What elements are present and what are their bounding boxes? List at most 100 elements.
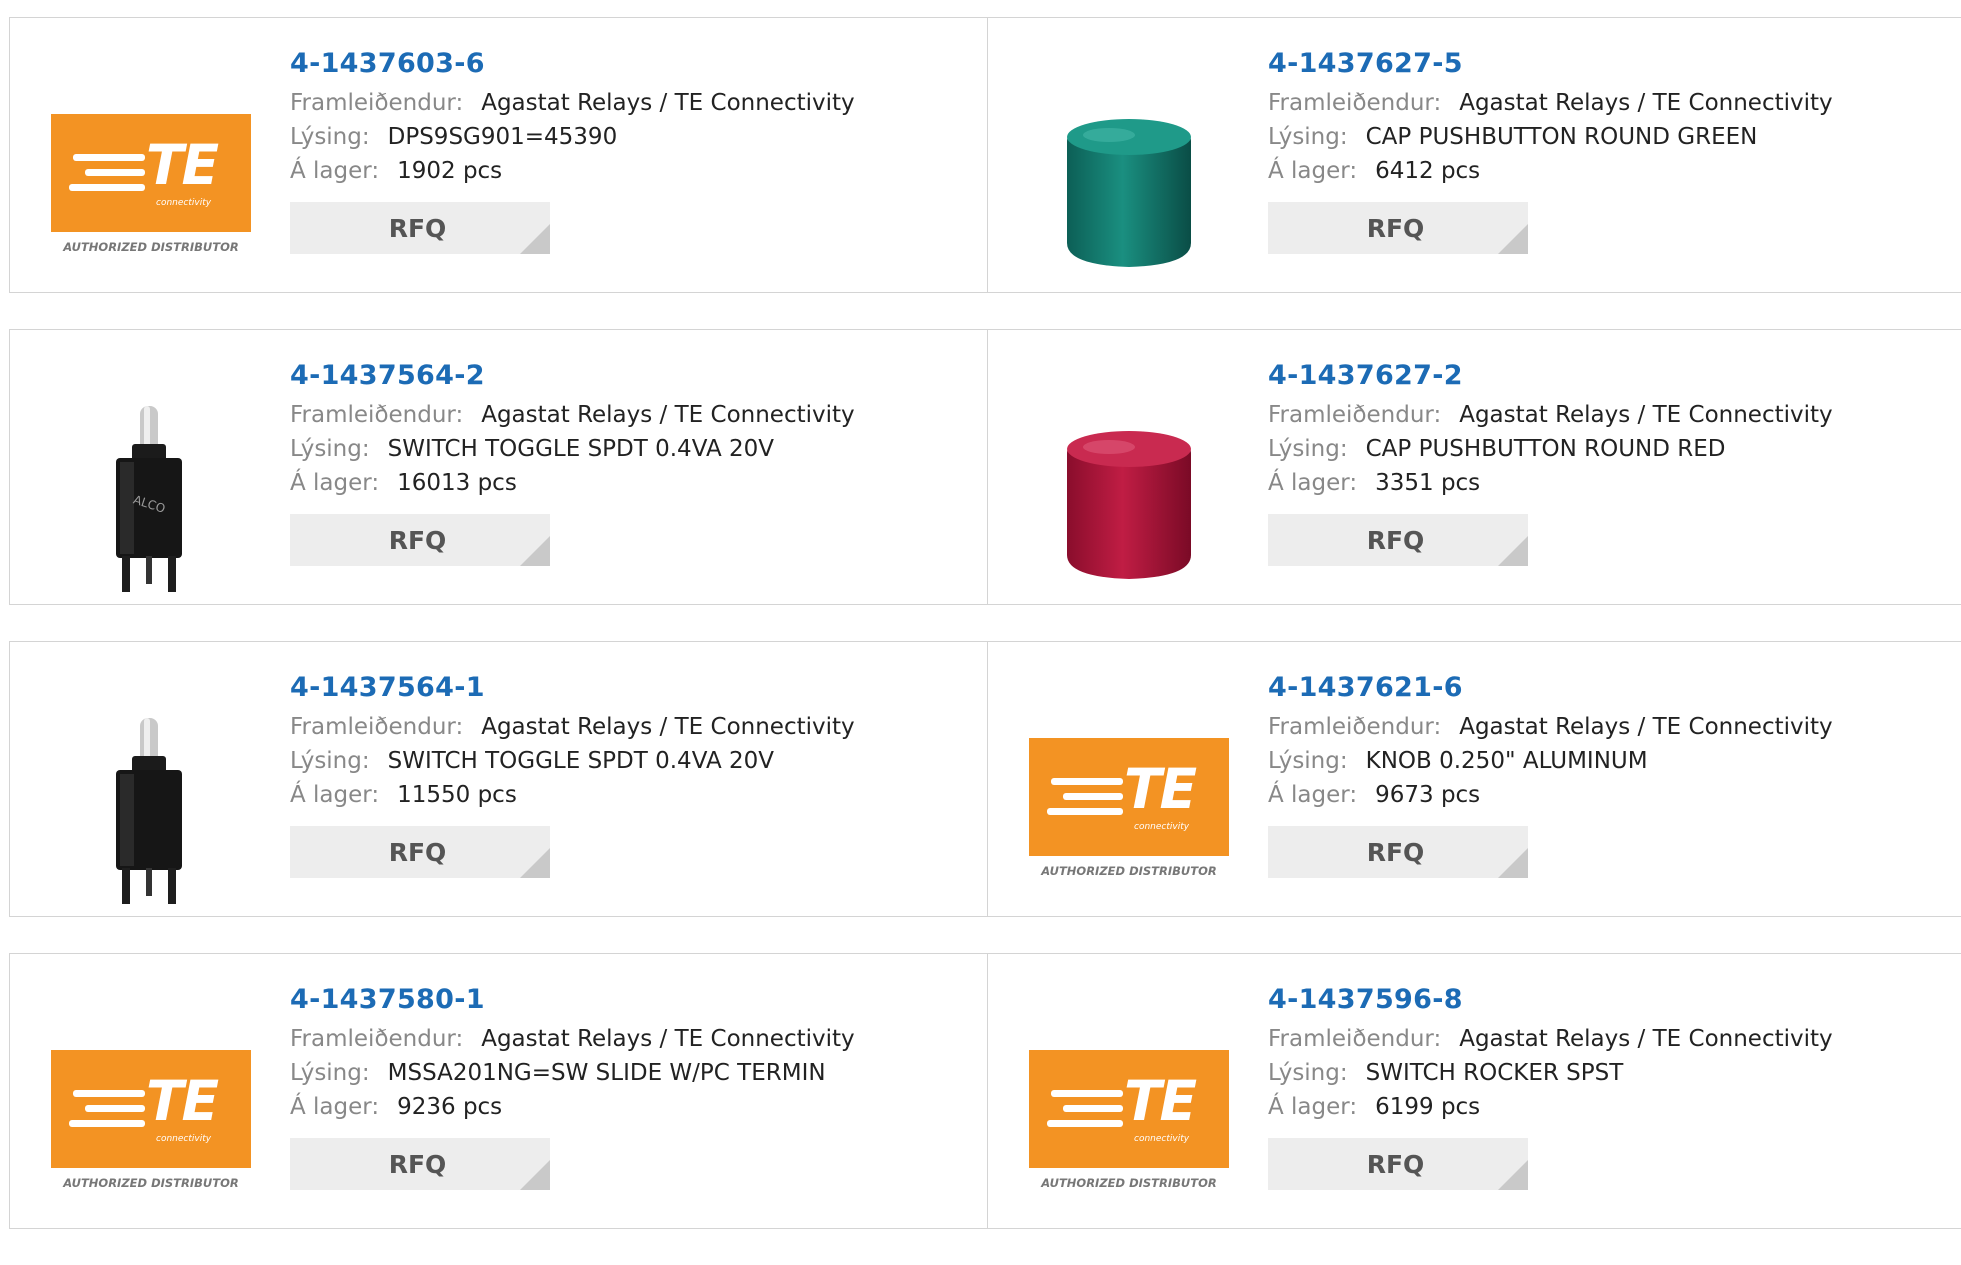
te-brand-text: TE <box>1124 757 1197 821</box>
stock-label: Á lager: <box>1268 158 1358 184</box>
manufacturer-value: Agastat Relays / TE Connectivity <box>481 1026 855 1052</box>
part-number-link[interactable]: 4-1437596-8 <box>1268 984 1833 1015</box>
rfq-button[interactable]: RFQ <box>290 202 550 254</box>
part-number-link[interactable]: 4-1437603-6 <box>290 48 855 79</box>
product-image[interactable]: TE connectivity AUTHORIZED DISTRIBUTOR <box>1029 712 1229 912</box>
manufacturer-value: Agastat Relays / TE Connectivity <box>481 402 855 428</box>
product-image[interactable]: TE connectivity AUTHORIZED DISTRIBUTOR <box>51 88 251 288</box>
stock-label: Á lager: <box>290 1094 380 1120</box>
te-connectivity-logo: TE connectivity AUTHORIZED DISTRIBUTOR <box>51 114 251 262</box>
manufacturer-row: Framleiðendur: Agastat Relays / TE Connec… <box>1268 91 1833 116</box>
corner-triangle-icon <box>520 224 550 254</box>
part-number-link[interactable]: 4-1437621-6 <box>1268 672 1833 703</box>
stock-value: 3351 pcs <box>1375 470 1481 496</box>
description-label: Lýsing: <box>290 748 370 774</box>
corner-triangle-icon <box>520 848 550 878</box>
te-tagline: connectivity <box>156 1134 212 1144</box>
description-row: Lýsing: SWITCH ROCKER SPST <box>1268 1061 1833 1086</box>
product-info: 4-1437596-8 Framleiðendur: Agastat Relays… <box>1268 984 1833 1190</box>
manufacturer-label: Framleiðendur: <box>290 1026 464 1052</box>
product-card: TE connectivity AUTHORIZED DISTRIBUTOR 4… <box>10 954 987 1228</box>
product-info: 4-1437580-1 Framleiðendur: Agastat Relays… <box>290 984 855 1190</box>
manufacturer-value: Agastat Relays / TE Connectivity <box>1459 714 1833 740</box>
description-label: Lýsing: <box>290 436 370 462</box>
authorized-distributor-text: AUTHORIZED DISTRIBUTOR <box>1041 864 1217 878</box>
manufacturer-label: Framleiðendur: <box>1268 1026 1442 1052</box>
te-brand-text: TE <box>146 1069 219 1133</box>
product-card: 4-1437627-2 Framleiðendur: Agastat Relays… <box>987 330 1961 604</box>
product-card: 4-1437627-5 Framleiðendur: Agastat Relays… <box>987 18 1961 292</box>
rfq-label: RFQ <box>388 1149 447 1179</box>
rfq-button[interactable]: RFQ <box>290 1138 550 1190</box>
product-image[interactable] <box>1029 400 1229 600</box>
product-image[interactable]: TE connectivity AUTHORIZED DISTRIBUTOR <box>51 1024 251 1224</box>
product-image[interactable] <box>51 712 251 912</box>
rfq-label: RFQ <box>1366 837 1425 867</box>
product-image[interactable] <box>1029 88 1229 288</box>
authorized-distributor-text: AUTHORIZED DISTRIBUTOR <box>63 1176 239 1190</box>
description-value: MSSA201NG=SW SLIDE W/PC TERMIN <box>387 1060 826 1086</box>
stock-value: 11550 pcs <box>397 782 517 808</box>
description-label: Lýsing: <box>1268 1060 1348 1086</box>
product-card: 4-1437564-1 Framleiðendur: Agastat Relays… <box>10 642 987 916</box>
part-number-link[interactable]: 4-1437564-2 <box>290 360 855 391</box>
te-brand-text: TE <box>1124 1069 1197 1133</box>
rfq-button[interactable]: RFQ <box>1268 514 1528 566</box>
stock-label: Á lager: <box>1268 1094 1358 1120</box>
rfq-button[interactable]: RFQ <box>290 826 550 878</box>
part-number-link[interactable]: 4-1437627-2 <box>1268 360 1833 391</box>
manufacturer-value: Agastat Relays / TE Connectivity <box>1459 1026 1833 1052</box>
description-row: Lýsing: SWITCH TOGGLE SPDT 0.4VA 20V <box>290 749 855 774</box>
stock-value: 6199 pcs <box>1375 1094 1481 1120</box>
stock-label: Á lager: <box>290 782 380 808</box>
rfq-button[interactable]: RFQ <box>1268 202 1528 254</box>
product-row: TE connectivity AUTHORIZED DISTRIBUTOR 4… <box>9 17 1961 293</box>
part-number-link[interactable]: 4-1437627-5 <box>1268 48 1833 79</box>
product-row: 4-1437564-1 Framleiðendur: Agastat Relays… <box>9 641 1961 917</box>
manufacturer-label: Framleiðendur: <box>290 714 464 740</box>
corner-triangle-icon <box>1498 536 1528 566</box>
product-row: TE connectivity AUTHORIZED DISTRIBUTOR 4… <box>9 953 1961 1229</box>
product-image[interactable]: TE connectivity AUTHORIZED DISTRIBUTOR <box>1029 1024 1229 1224</box>
manufacturer-row: Framleiðendur: Agastat Relays / TE Connec… <box>290 403 855 428</box>
rfq-label: RFQ <box>388 213 447 243</box>
te-connectivity-logo: TE connectivity AUTHORIZED DISTRIBUTOR <box>51 1050 251 1198</box>
product-card: ALCO 4-1437564-2 Framleiðendur: Agastat R… <box>10 330 987 604</box>
rfq-label: RFQ <box>1366 525 1425 555</box>
corner-triangle-icon <box>1498 1160 1528 1190</box>
description-row: Lýsing: DPS9SG901=45390 <box>290 125 855 150</box>
product-image[interactable]: ALCO <box>51 400 251 600</box>
manufacturer-label: Framleiðendur: <box>1268 714 1442 740</box>
description-value: SWITCH TOGGLE SPDT 0.4VA 20V <box>387 436 774 462</box>
stock-label: Á lager: <box>290 470 380 496</box>
description-label: Lýsing: <box>1268 124 1348 150</box>
product-card: TE connectivity AUTHORIZED DISTRIBUTOR 4… <box>987 642 1961 916</box>
product-card: TE connectivity AUTHORIZED DISTRIBUTOR 4… <box>10 18 987 292</box>
description-row: Lýsing: SWITCH TOGGLE SPDT 0.4VA 20V <box>290 437 855 462</box>
description-value: CAP PUSHBUTTON ROUND RED <box>1365 436 1726 462</box>
stock-row: Á lager: 6412 pcs <box>1268 159 1833 184</box>
rfq-label: RFQ <box>388 837 447 867</box>
manufacturer-value: Agastat Relays / TE Connectivity <box>481 714 855 740</box>
description-row: Lýsing: KNOB 0.250" ALUMINUM <box>1268 749 1833 774</box>
part-number-link[interactable]: 4-1437564-1 <box>290 672 855 703</box>
description-value: CAP PUSHBUTTON ROUND GREEN <box>1365 124 1758 150</box>
stock-row: Á lager: 16013 pcs <box>290 471 855 496</box>
te-tagline: connectivity <box>156 198 212 208</box>
part-number-link[interactable]: 4-1437580-1 <box>290 984 855 1015</box>
rfq-button[interactable]: RFQ <box>1268 826 1528 878</box>
corner-triangle-icon <box>1498 848 1528 878</box>
rfq-button[interactable]: RFQ <box>290 514 550 566</box>
description-label: Lýsing: <box>1268 748 1348 774</box>
description-label: Lýsing: <box>290 124 370 150</box>
green-pushbutton-cap-icon <box>1067 119 1191 267</box>
rfq-button[interactable]: RFQ <box>1268 1138 1528 1190</box>
product-info: 4-1437603-6 Framleiðendur: Agastat Relays… <box>290 48 855 254</box>
product-info: 4-1437627-5 Framleiðendur: Agastat Relays… <box>1268 48 1833 254</box>
te-tagline: connectivity <box>1134 822 1190 832</box>
stock-row: Á lager: 9673 pcs <box>1268 783 1833 808</box>
description-row: Lýsing: MSSA201NG=SW SLIDE W/PC TERMIN <box>290 1061 855 1086</box>
stock-value: 6412 pcs <box>1375 158 1481 184</box>
stock-value: 9673 pcs <box>1375 782 1481 808</box>
corner-triangle-icon <box>1498 224 1528 254</box>
